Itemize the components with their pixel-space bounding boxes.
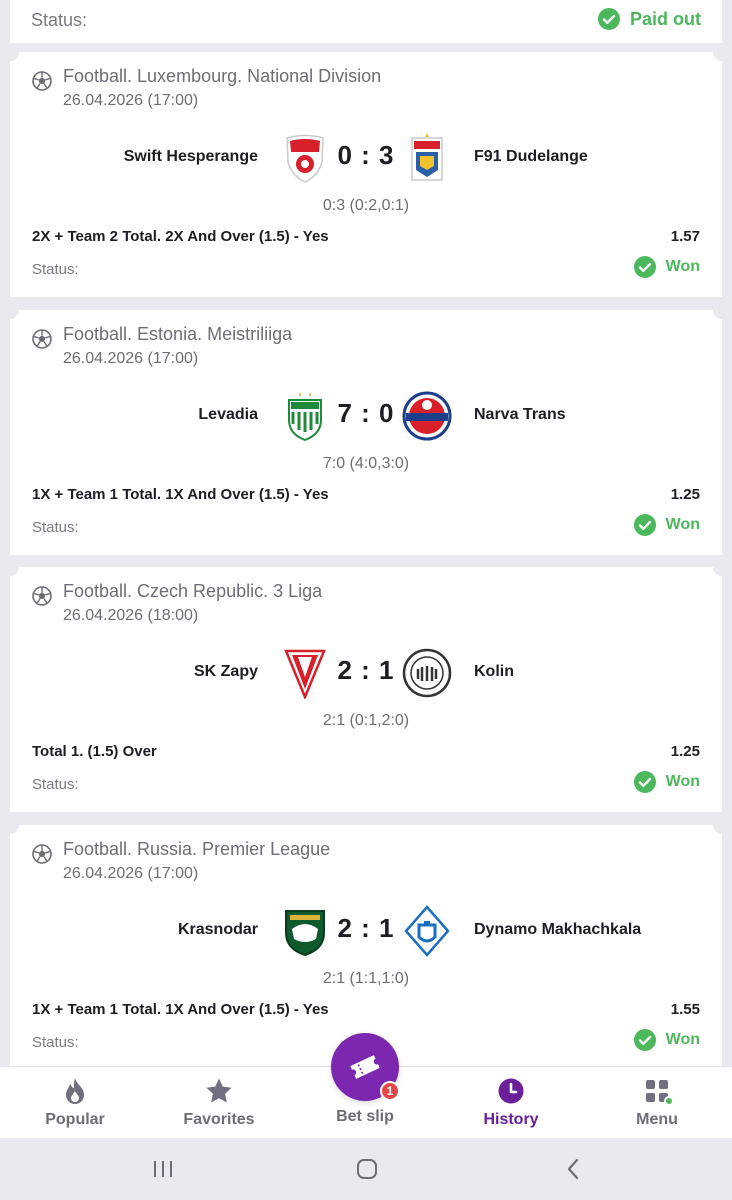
check-circle-icon	[633, 771, 656, 793]
football-icon	[32, 329, 52, 349]
status-label: Status:	[31, 10, 88, 30]
clock-icon	[498, 1078, 524, 1104]
match-card[interactable]: Football. Luxembourg. National Division …	[1, 43, 731, 297]
f91-dudelange-logo	[411, 133, 443, 181]
match-date: 26.04.2026 (18:00)	[63, 607, 199, 624]
status-label: Status:	[32, 776, 79, 793]
status-label: Status:	[32, 261, 79, 278]
check-circle-icon	[633, 256, 656, 278]
score-breakdown: 2:1 (1:1,1:0)	[322, 970, 410, 987]
paid-out-status: Paid out	[598, 8, 701, 30]
kolin-logo	[402, 648, 452, 698]
status-label: Status:	[32, 519, 79, 536]
home-button[interactable]	[353, 1156, 381, 1182]
check-circle-icon	[633, 514, 656, 536]
score-breakdown: 7:0 (4:0,3:0)	[322, 455, 410, 472]
flame-icon	[66, 1078, 84, 1104]
status-value: Paid out	[630, 8, 701, 29]
nav-label: Favorites	[183, 1111, 255, 1128]
check-circle-icon	[633, 1029, 656, 1051]
football-icon	[32, 71, 52, 91]
away-team: Narva Trans	[474, 406, 566, 423]
league-name: Football. Luxembourg. National Division	[63, 66, 382, 86]
football-icon	[32, 844, 52, 864]
match-date: 26.04.2026 (17:00)	[63, 92, 199, 109]
away-team: F91 Dudelange	[474, 148, 588, 165]
bet-slip-label[interactable]: Bet slip	[292, 1108, 438, 1126]
final-score: 0 : 3	[337, 140, 395, 170]
recent-apps-button[interactable]	[149, 1156, 177, 1182]
score-breakdown: 2:1 (0:1,2:0)	[322, 712, 410, 729]
final-score: 2 : 1	[337, 655, 395, 685]
swift-hesperange-logo	[286, 134, 324, 183]
bet-selection: 2X + Team 2 Total. 2X And Over (1.5) - Y…	[32, 228, 329, 245]
sk-zapy-logo	[284, 649, 326, 699]
match-card[interactable]: Football. Czech Republic. 3 Liga 26.04.2…	[1, 558, 731, 812]
bet-slip-count-badge: 1	[380, 1081, 400, 1101]
bet-odds: 1.25	[670, 743, 700, 760]
home-icon	[357, 1159, 377, 1179]
notification-dot	[664, 1096, 674, 1106]
final-score: 2 : 1	[337, 913, 395, 943]
nav-favorites[interactable]: Favorites	[146, 1067, 292, 1139]
away-team: Dynamo Makhachkala	[474, 921, 642, 938]
status-value: Won	[665, 258, 700, 275]
home-team: SK Zapy	[193, 663, 258, 680]
match-date: 26.04.2026 (17:00)	[63, 865, 199, 882]
dynamo-makhachkala-logo	[404, 905, 450, 957]
status-value: Won	[665, 773, 700, 790]
bet-odds: 1.57	[670, 228, 700, 245]
league-name: Football. Russia. Premier League	[63, 839, 331, 859]
nav-menu[interactable]: Menu	[584, 1067, 730, 1139]
nav-label: History	[483, 1111, 539, 1128]
nav-label: Menu	[636, 1111, 678, 1128]
levadia-logo	[288, 392, 322, 442]
football-icon	[32, 586, 52, 606]
bet-odds: 1.25	[670, 486, 700, 503]
league-name: Football. Estonia. Meistriliiga	[63, 324, 293, 344]
krasnodar-logo	[285, 910, 325, 957]
final-score: 7 : 0	[337, 398, 395, 428]
home-team: Krasnodar	[177, 921, 258, 938]
star-icon	[206, 1078, 232, 1103]
back-chevron-icon	[567, 1158, 579, 1180]
nav-popular[interactable]: Popular	[2, 1067, 148, 1139]
won-status: Won	[633, 514, 700, 536]
home-team: Levadia	[198, 406, 258, 423]
status-label: Status:	[32, 1034, 79, 1051]
match-card[interactable]: Football. Estonia. Meistriliiga 26.04.20…	[1, 301, 731, 555]
score-breakdown: 0:3 (0:2,0:1)	[322, 197, 410, 214]
narva-trans-logo	[402, 391, 452, 441]
bet-odds: 1.55	[670, 1001, 700, 1018]
ticket-icon	[350, 1055, 380, 1079]
bet-selection: 1X + Team 1 Total. 1X And Over (1.5) - Y…	[32, 1001, 329, 1018]
bet-summary-status: Status: Paid out	[10, 0, 722, 43]
won-status: Won	[633, 1029, 700, 1051]
home-team: Swift Hesperange	[123, 148, 258, 165]
bet-selection: 1X + Team 1 Total. 1X And Over (1.5) - Y…	[32, 486, 329, 503]
away-team: Kolin	[474, 663, 514, 680]
nav-history[interactable]: History	[438, 1067, 584, 1139]
won-status: Won	[633, 256, 700, 278]
status-value: Won	[665, 516, 700, 533]
match-date: 26.04.2026 (17:00)	[63, 350, 199, 367]
recent-apps-icon	[154, 1161, 172, 1177]
check-circle-icon	[598, 8, 620, 30]
nav-label: Popular	[45, 1111, 105, 1128]
won-status: Won	[633, 771, 700, 793]
back-button[interactable]	[559, 1156, 587, 1182]
bet-selection: Total 1. (1.5) Over	[32, 743, 157, 760]
league-name: Football. Czech Republic. 3 Liga	[63, 581, 323, 601]
status-value: Won	[665, 1031, 700, 1048]
system-navigation-bar	[0, 1138, 732, 1200]
